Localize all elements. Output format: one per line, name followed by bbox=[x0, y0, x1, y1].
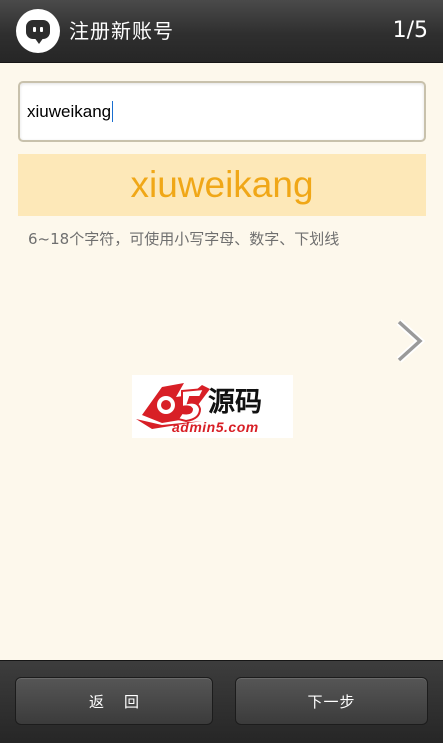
step-indicator: 1/5 bbox=[392, 18, 428, 43]
watermark-site-text: admin5.com bbox=[172, 419, 259, 435]
back-button[interactable]: 返回 bbox=[15, 677, 213, 725]
top-bar: 注册新账号 1/5 bbox=[0, 0, 443, 63]
chevron-right-icon[interactable] bbox=[393, 318, 425, 364]
watermark-brand-text: 源码 bbox=[208, 387, 262, 418]
account-input[interactable]: xiuweikang bbox=[18, 81, 426, 142]
next-step-button[interactable]: 下一步 bbox=[235, 677, 428, 725]
watermark-logo: 源码 admin5.com bbox=[132, 375, 293, 438]
page-title: 注册新账号 bbox=[69, 19, 174, 43]
text-caret bbox=[112, 101, 114, 122]
chat-bubble-icon bbox=[16, 9, 60, 53]
account-preview: xiuweikang bbox=[18, 154, 426, 216]
bottom-bar: 返回 下一步 bbox=[0, 660, 443, 743]
account-input-value: xiuweikang bbox=[27, 102, 112, 121]
register-screen: 注册新账号 1/5 xiuweikang xiuweikang 6~18个字符，… bbox=[0, 0, 443, 743]
account-hint: 6~18个字符，可使用小写字母、数字、下划线 bbox=[28, 230, 340, 248]
